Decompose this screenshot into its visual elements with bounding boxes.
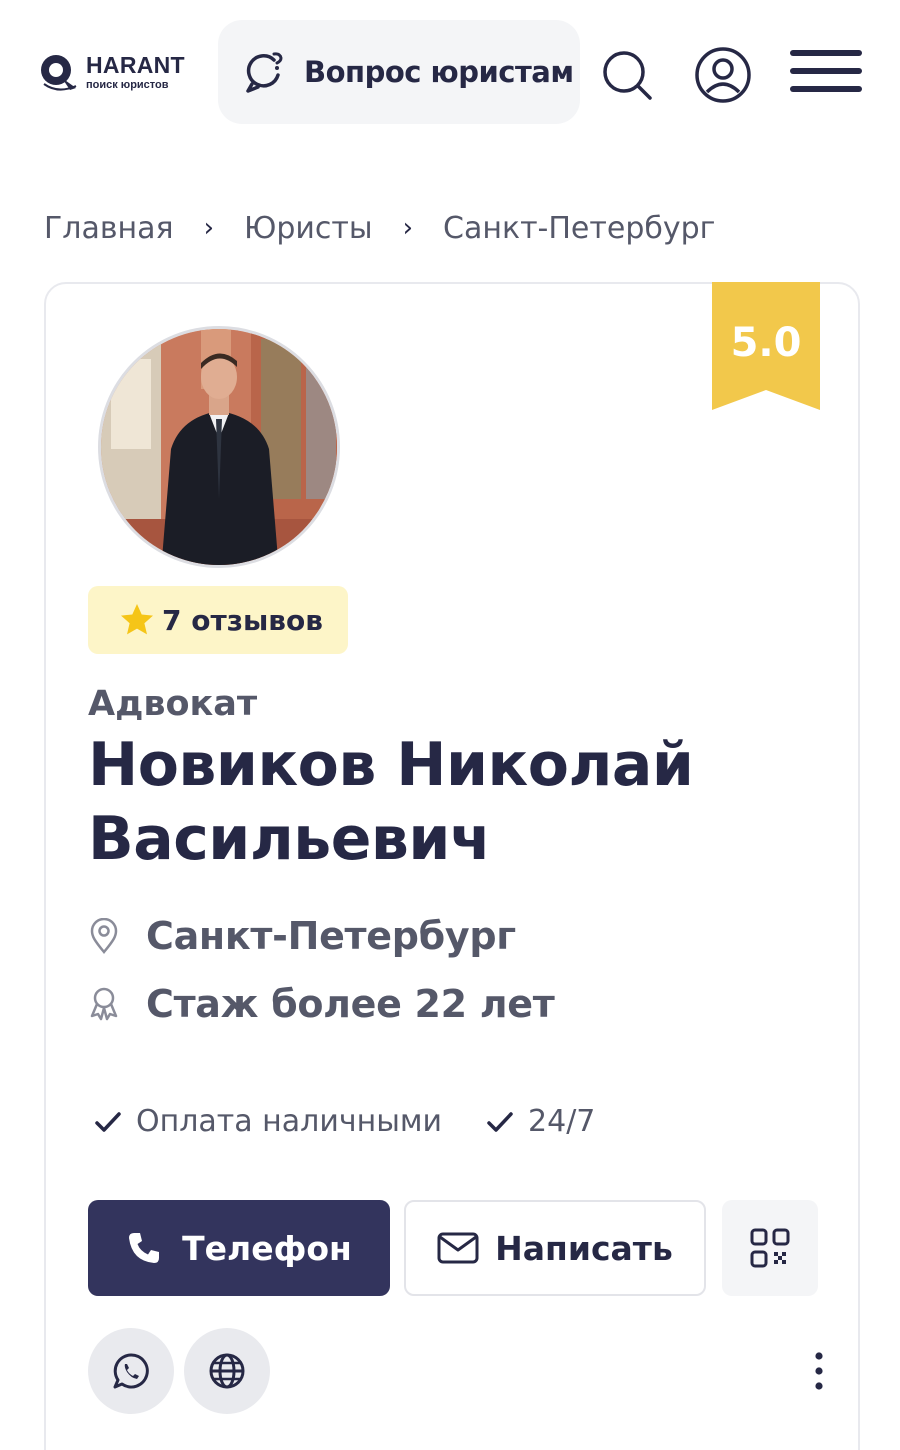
experience-row: Стаж более 22 лет (88, 982, 555, 1026)
whatsapp-icon (113, 1353, 149, 1389)
logo-name: HARANT (86, 51, 185, 78)
write-button-label: Написать (495, 1228, 673, 1268)
breadcrumb-separator: › (203, 213, 214, 243)
question-bubble-icon (246, 52, 283, 93)
feature-item: Оплата наличными (94, 1104, 442, 1139)
menu-icon[interactable] (790, 48, 862, 94)
lawyer-experience: Стаж более 22 лет (146, 982, 555, 1026)
breadcrumb-lawyers[interactable]: Юристы (244, 211, 373, 246)
logo-subtitle: поиск юристов (86, 78, 169, 91)
check-icon (487, 1111, 513, 1132)
location-pin-icon (90, 918, 118, 954)
write-button[interactable]: Написать (404, 1200, 706, 1296)
qr-code-button[interactable] (722, 1200, 818, 1296)
lawyer-profile-page: HARANT поиск юристов Вопрос юристам Глав… (0, 0, 900, 1450)
website-button[interactable] (184, 1328, 270, 1414)
phone-button-label: Телефон (182, 1228, 352, 1268)
ask-lawyers-button[interactable]: Вопрос юристам (218, 20, 580, 124)
breadcrumb-city[interactable]: Санкт-Петербург (443, 211, 715, 246)
features-list: Оплата наличными 24/7 (94, 1104, 639, 1139)
lawyer-city: Санкт-Петербург (146, 914, 516, 958)
rating-value: 5.0 (730, 320, 802, 366)
harant-logo-icon (36, 50, 80, 94)
breadcrumb-separator: › (402, 213, 413, 243)
breadcrumb-home[interactable]: Главная (44, 211, 174, 246)
reviews-badge[interactable]: 7 отзывов (88, 586, 348, 654)
check-icon (95, 1111, 121, 1132)
harant-logo[interactable]: HARANT поиск юристов (36, 48, 196, 96)
lawyer-name: Новиков Николай Васильевич (88, 730, 694, 874)
whatsapp-button[interactable] (88, 1328, 174, 1414)
city-row: Санкт-Петербург (88, 914, 516, 958)
phone-button[interactable]: Телефон (88, 1200, 390, 1296)
user-icon[interactable] (694, 46, 752, 104)
more-options-button[interactable] (804, 1346, 834, 1396)
feature-item: 24/7 (486, 1104, 595, 1139)
globe-icon (209, 1353, 245, 1389)
lawyer-role: Адвокат (88, 684, 258, 724)
more-vertical-icon (815, 1352, 823, 1390)
lawyer-card: 5.0 7 отзывов Адвокат Новиков Николай Ва… (44, 282, 860, 1450)
search-icon[interactable] (600, 48, 654, 102)
lawyer-avatar[interactable] (98, 326, 340, 568)
feature-label: 24/7 (528, 1104, 596, 1139)
ask-lawyers-label: Вопрос юристам (304, 55, 574, 89)
qr-code-icon (750, 1228, 790, 1268)
breadcrumb: Главная › Юристы › Санкт-Петербург (44, 206, 715, 250)
star-icon (121, 604, 153, 635)
phone-icon (129, 1233, 160, 1263)
feature-label: Оплата наличными (136, 1104, 443, 1139)
mail-icon (437, 1232, 479, 1264)
award-icon (90, 987, 118, 1021)
reviews-count: 7 отзывов (162, 603, 323, 637)
